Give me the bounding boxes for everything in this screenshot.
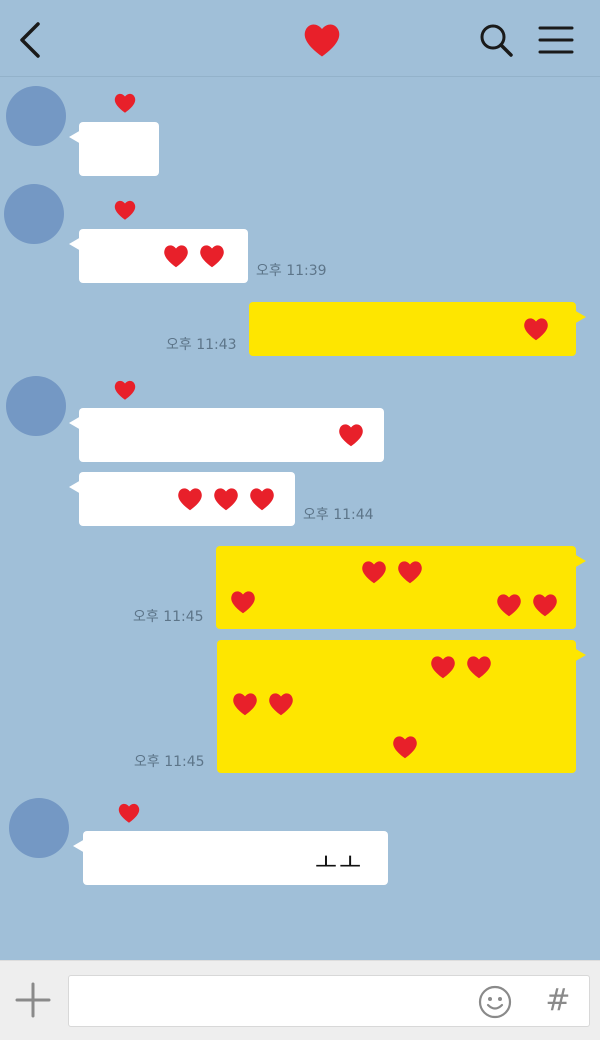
message-bubble[interactable]: [216, 546, 586, 629]
heart-icon: [233, 693, 257, 716]
add-button[interactable]: [14, 981, 52, 1019]
plus-icon: [15, 982, 51, 1018]
emoji-row: [230, 689, 296, 719]
emoji-row: [359, 557, 425, 587]
heart-icon: [467, 656, 491, 679]
message-bubble[interactable]: [249, 302, 586, 356]
heart-icon: [118, 803, 140, 823]
heart-icon: [524, 318, 548, 341]
emoji-row: [494, 590, 560, 620]
message-bubble[interactable]: ㅗㅗ: [73, 831, 388, 885]
heart-icon: [114, 93, 136, 113]
emoji-row: [521, 314, 551, 344]
message-time: 오후 11:43: [166, 337, 237, 353]
back-button[interactable]: [14, 20, 46, 60]
heart-icon: [214, 488, 238, 511]
message-time: 오후 11:45: [134, 754, 205, 770]
message-bubble[interactable]: [69, 229, 248, 283]
chevron-left-icon: [20, 22, 40, 58]
heart-icon: [164, 245, 188, 268]
emoji-row: [390, 732, 420, 762]
emoji-row: [228, 587, 258, 617]
emoji-row: [175, 484, 277, 514]
heart-icon: [497, 594, 521, 617]
menu-button[interactable]: [536, 20, 576, 60]
heart-icon: [304, 24, 340, 57]
sender-name: [116, 800, 142, 826]
heart-icon: [393, 736, 417, 759]
message-bubble[interactable]: [69, 472, 295, 526]
hashtag-search-button[interactable]: #: [540, 981, 576, 1021]
heart-icon: [339, 424, 363, 447]
search-button[interactable]: [476, 20, 516, 60]
smiley-icon: [478, 985, 512, 1019]
emoji-row: [161, 241, 227, 271]
sender-name: [112, 377, 138, 403]
avatar[interactable]: [6, 376, 66, 436]
heart-icon: [362, 561, 386, 584]
heart-icon: [533, 594, 557, 617]
heart-icon: [178, 488, 202, 511]
message-time: 오후 11:39: [256, 263, 327, 279]
heart-icon: [114, 380, 136, 400]
emoji-row: [428, 652, 494, 682]
avatar[interactable]: [6, 86, 66, 146]
chat-header: [0, 0, 600, 77]
hamburger-icon: [538, 26, 574, 54]
message-time: 오후 11:45: [133, 609, 204, 625]
heart-icon: [231, 591, 255, 614]
sender-name: [112, 197, 138, 223]
message-text: ㅗㅗ: [315, 849, 364, 877]
sender-name: [112, 90, 138, 116]
heart-icon: [200, 245, 224, 268]
avatar[interactable]: [9, 798, 69, 858]
emoji-row: [336, 420, 366, 450]
message-bubble[interactable]: [217, 640, 586, 773]
chat-title-heart: [300, 18, 344, 62]
emoji-button[interactable]: [478, 985, 512, 1019]
avatar[interactable]: [4, 184, 64, 244]
message-time: 오후 11:44: [303, 507, 374, 523]
heart-icon: [431, 656, 455, 679]
input-bar: #: [0, 960, 600, 1040]
heart-icon: [114, 200, 136, 220]
search-icon: [480, 24, 513, 57]
heart-icon: [250, 488, 274, 511]
heart-icon: [398, 561, 422, 584]
heart-icon: [269, 693, 293, 716]
message-bubble[interactable]: [69, 122, 159, 176]
message-bubble[interactable]: [69, 408, 384, 462]
